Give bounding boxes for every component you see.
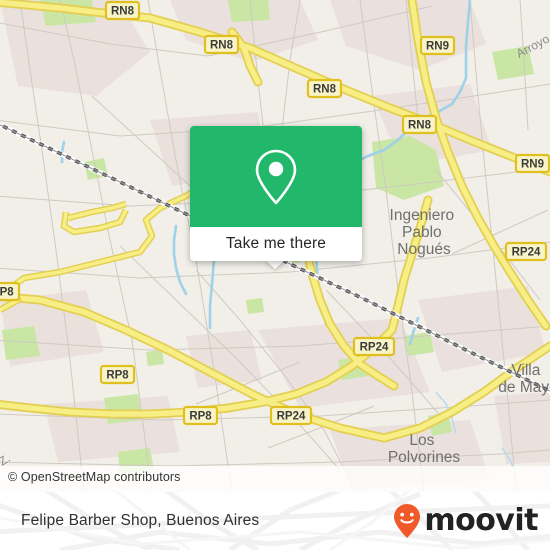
info-card-header <box>190 126 362 227</box>
svg-text:RP8: RP8 <box>189 411 212 423</box>
map-page: Ingeniero Pablo Nogués Los Polvorines Vi… <box>0 0 550 550</box>
route-shield-rn8-top-left: RN8 <box>104 0 141 21</box>
route-shield-rp8-left: RP8 <box>99 364 136 385</box>
svg-text:RN8: RN8 <box>210 40 234 52</box>
route-shield-rn9-right: RN9 <box>514 153 550 174</box>
take-me-there-button[interactable]: Take me there <box>190 227 362 261</box>
route-shield-rp24-mid: RP24 <box>352 336 396 357</box>
moovit-smiley-pin-icon <box>394 504 421 538</box>
moovit-wordmark: moovit <box>424 503 538 538</box>
footer-bar: Felipe Barber Shop, Buenos Aires moovit <box>0 492 550 550</box>
map-attribution[interactable]: © OpenStreetMap contributors <box>0 466 550 492</box>
take-me-there-label: Take me there <box>225 235 327 252</box>
svg-text:RP24: RP24 <box>512 247 541 259</box>
svg-text:RN8: RN8 <box>408 120 432 132</box>
route-shield-rp24-right: RP24 <box>504 241 548 262</box>
svg-text:RN9: RN9 <box>426 41 449 53</box>
svg-text:RP24: RP24 <box>360 342 389 354</box>
route-shield-rn8-mid: RN8 <box>306 78 343 99</box>
svg-text:RP8: RP8 <box>0 287 14 299</box>
svg-text:RP24: RP24 <box>277 411 306 423</box>
svg-text:RN9: RN9 <box>521 159 544 171</box>
place-title: Felipe Barber Shop, Buenos Aires <box>21 512 260 529</box>
moovit-logo[interactable]: moovit <box>392 503 538 539</box>
route-shield-rn8-upper: RN8 <box>203 34 240 55</box>
route-shield-rp8-partial-left: RP8 <box>0 281 21 302</box>
route-shield-rp24-lower: RP24 <box>269 405 313 426</box>
route-shield-rn9-top: RN9 <box>419 35 456 56</box>
svg-text:RP8: RP8 <box>106 370 129 382</box>
svg-text:RN8: RN8 <box>111 6 135 18</box>
route-shield-rn8-right: RN8 <box>401 114 438 135</box>
map-pin-icon <box>255 149 297 204</box>
route-shield-rp8-lower: RP8 <box>182 405 219 426</box>
info-card[interactable]: Take me there <box>190 126 362 261</box>
svg-text:RN8: RN8 <box>313 84 337 96</box>
